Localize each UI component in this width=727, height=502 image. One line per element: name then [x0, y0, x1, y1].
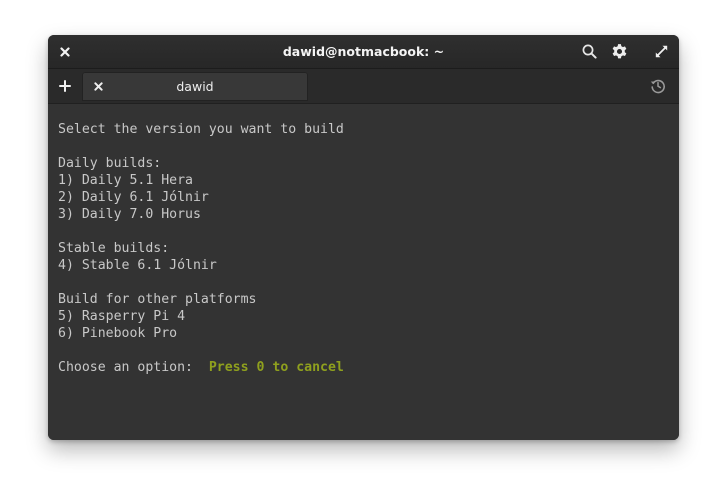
maximize-button[interactable]: [651, 35, 671, 68]
terminal-prompt-line: Choose an option: Press 0 to cancel: [58, 359, 344, 376]
terminal-line: 5) Rasperry Pi 4: [58, 309, 186, 324]
terminal-line: Select the version you want to build: [58, 122, 344, 137]
tab-dawid[interactable]: dawid: [82, 72, 308, 101]
terminal-line: 3) Daily 7.0 Horus: [58, 207, 201, 222]
titlebar: dawid@notmacbook: ~: [48, 35, 679, 69]
history-button[interactable]: [648, 69, 668, 103]
gear-icon: [612, 44, 626, 59]
tab-bar: dawid: [48, 69, 679, 104]
terminal-output[interactable]: Select the version you want to build Dai…: [48, 104, 679, 440]
settings-button[interactable]: [608, 35, 630, 68]
terminal-line: 4) Stable 6.1 Jólnir: [58, 258, 217, 273]
tab-close-button[interactable]: [88, 72, 108, 101]
maximize-icon: [655, 45, 667, 58]
history-icon: [650, 79, 665, 94]
plus-icon: [59, 80, 71, 92]
close-icon: [60, 46, 70, 57]
window-close-button[interactable]: [56, 35, 74, 68]
terminal-line: Build for other platforms: [58, 292, 257, 307]
search-icon: [582, 44, 597, 59]
close-icon: [93, 82, 103, 91]
new-tab-button[interactable]: [55, 69, 75, 103]
terminal-line: 2) Daily 6.1 Jólnir: [58, 190, 209, 205]
terminal-window: dawid@notmacbook: ~ dawid Select the ver…: [48, 35, 679, 440]
terminal-line: 6) Pinebook Pro: [58, 326, 178, 341]
terminal-line: Daily builds:: [58, 156, 162, 171]
terminal-line: 1) Daily 5.1 Hera: [58, 173, 193, 188]
terminal-line: Stable builds:: [58, 241, 170, 256]
cancel-hint: Press 0 to cancel: [208, 360, 344, 375]
tab-label: dawid: [176, 79, 214, 94]
search-button[interactable]: [579, 35, 599, 68]
prompt-label: Choose an option:: [58, 360, 209, 375]
